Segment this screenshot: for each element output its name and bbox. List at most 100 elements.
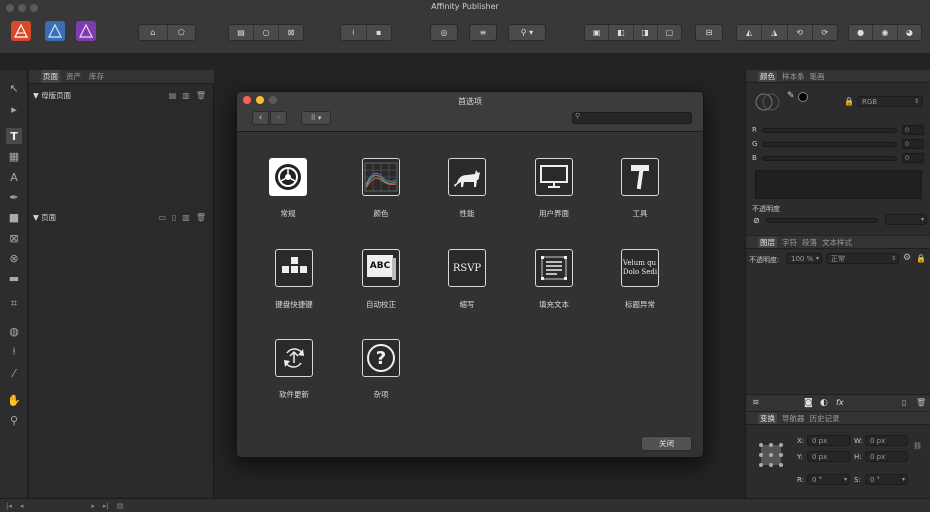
move-back-icon[interactable]: ◧: [609, 25, 634, 40]
trash-icon[interactable]: 🗑: [196, 213, 206, 222]
move-forward-icon[interactable]: ◨: [634, 25, 658, 40]
search-input[interactable]: [572, 112, 692, 124]
layer-opacity-field[interactable]: 100 % ▾: [786, 253, 822, 264]
pref-user-interface[interactable]: 用户界面: [514, 158, 594, 219]
shear-field[interactable]: 0 ° ▾: [865, 474, 908, 485]
close-button[interactable]: 关闭: [641, 436, 692, 451]
picture-frame-tool-icon[interactable]: ⊠: [6, 230, 22, 246]
current-color-swatch[interactable]: [798, 92, 808, 102]
node-tool-icon[interactable]: ▸: [6, 101, 22, 117]
move-to-front-icon[interactable]: ▢: [658, 25, 681, 40]
tab-assets[interactable]: 资产: [64, 70, 83, 83]
rotation-field[interactable]: 0 ° ▾: [807, 474, 850, 485]
tab-transform[interactable]: 变换: [758, 412, 777, 424]
flip-vertical-icon[interactable]: ◮: [762, 25, 788, 40]
tab-layers[interactable]: 图层: [758, 236, 777, 248]
master-pages-header[interactable]: ▼ 母版页面 ▤ ▥ 🗑: [29, 89, 214, 101]
tab-navigator[interactable]: 导航器: [782, 413, 805, 424]
pref-miscellaneous[interactable]: ? 杂项: [341, 339, 421, 400]
y-field[interactable]: 0 px: [807, 451, 850, 462]
pref-keyboard-shortcuts[interactable]: 键盘快捷键: [254, 249, 334, 310]
ellipse-frame-tool-icon[interactable]: ⊗: [6, 250, 22, 266]
add-master-icon[interactable]: ▤: [169, 91, 177, 100]
show-all-button[interactable]: ⠿ ▾: [301, 111, 331, 125]
eyedropper-icon[interactable]: ✎: [787, 91, 795, 101]
tab-paragraph[interactable]: 段落: [802, 237, 817, 248]
opacity-slider[interactable]: [766, 218, 878, 223]
tab-stroke[interactable]: 笔画: [810, 71, 825, 82]
pin-icon[interactable]: ⍿: [341, 25, 367, 40]
opacity-field[interactable]: ▾: [885, 214, 927, 225]
first-page-icon[interactable]: |◂: [6, 502, 12, 510]
photo-persona-icon[interactable]: [45, 21, 65, 41]
color-slider-r[interactable]: R 0: [752, 125, 924, 135]
tab-swatches[interactable]: 样本条: [782, 71, 805, 82]
crop-tool-icon[interactable]: ⌗: [6, 296, 22, 312]
add-boolean-icon[interactable]: ●: [849, 25, 874, 40]
adjustment-icon[interactable]: ◐: [820, 398, 828, 408]
move-to-back-icon[interactable]: ▣: [585, 25, 610, 40]
rotate-right-icon[interactable]: ⟳: [813, 25, 837, 40]
tab-text-styles[interactable]: 文本样式: [822, 237, 852, 248]
color-picker-tool-icon[interactable]: ⁄: [6, 365, 22, 381]
add-layer-icon[interactable]: ▯: [902, 398, 906, 407]
trash-icon[interactable]: 🗑: [196, 91, 206, 100]
blend-mode-select[interactable]: 正常 ⇕: [826, 253, 899, 264]
next-page-icon[interactable]: ▸: [91, 502, 95, 510]
lock-icon[interactable]: 🔒: [844, 97, 854, 106]
slider-track[interactable]: [761, 127, 897, 133]
pref-colour[interactable]: 颜色: [341, 158, 421, 219]
lock-icon[interactable]: 🔒: [916, 254, 926, 263]
pages-header[interactable]: ▼ 页面 ▭ ▯ ▥ 🗑: [29, 211, 214, 223]
color-mode-select[interactable]: RGB ⇕: [857, 96, 923, 107]
back-button[interactable]: ‹: [252, 111, 269, 125]
add-page-icon[interactable]: ▯: [172, 213, 176, 222]
slider-track[interactable]: [761, 155, 897, 161]
pref-software-update[interactable]: 软件更新: [254, 339, 334, 400]
layers-stack-icon[interactable]: ≋: [752, 398, 760, 408]
transparency-tool-icon[interactable]: ⍿: [6, 344, 22, 360]
text-frame-icon[interactable]: ▤: [229, 25, 254, 40]
trash-icon[interactable]: 🗑: [916, 398, 926, 407]
place-image-tool-icon[interactable]: ▬: [6, 270, 22, 286]
color-slider-b[interactable]: B 0: [752, 153, 924, 163]
frame-text-tool-icon[interactable]: T: [6, 128, 22, 144]
tab-character[interactable]: 字符: [782, 237, 797, 248]
pref-abbreviations[interactable]: RSVP 缩写: [427, 249, 507, 310]
ellipse-frame-icon[interactable]: ○: [254, 25, 279, 40]
fx-icon[interactable]: fx: [836, 398, 844, 407]
w-field[interactable]: 0 px: [865, 435, 908, 446]
last-page-icon[interactable]: ▸|: [103, 502, 109, 510]
x-field[interactable]: 0 px: [807, 435, 850, 446]
mask-icon[interactable]: ◙: [804, 398, 813, 408]
channel-value[interactable]: 0: [902, 139, 924, 149]
align-icon[interactable]: ⊟: [696, 25, 722, 40]
pref-general[interactable]: 常规: [248, 158, 328, 219]
move-tool-icon[interactable]: ↖: [6, 80, 22, 96]
zoom-tool-icon[interactable]: ⚲: [6, 412, 22, 428]
h-field[interactable]: 0 px: [865, 451, 908, 462]
home-icon[interactable]: ⌂: [139, 25, 168, 40]
tab-stock[interactable]: 库存: [87, 70, 106, 83]
no-color-icon[interactable]: ⊘: [753, 216, 760, 225]
channel-value[interactable]: 0: [902, 125, 924, 135]
pref-filler-text[interactable]: 填充文本: [514, 249, 594, 310]
forward-button[interactable]: ›: [270, 111, 287, 125]
anchor-selector-icon[interactable]: [758, 442, 784, 468]
color-slider-g[interactable]: G 0: [752, 139, 924, 149]
small-square-icon[interactable]: ▪: [367, 25, 392, 40]
disclosure-triangle-icon[interactable]: ▼: [33, 91, 41, 100]
disclosure-triangle-icon[interactable]: ▼: [33, 213, 41, 222]
slider-track[interactable]: [762, 141, 897, 147]
page-thumbnail-icon[interactable]: ▤: [117, 502, 124, 510]
duplicate-page-icon[interactable]: ▥: [182, 213, 190, 222]
artistic-text-tool-icon[interactable]: A: [6, 169, 22, 185]
pen-tool-icon[interactable]: ✒: [6, 189, 22, 205]
tab-color[interactable]: 颜色: [758, 70, 777, 82]
flip-horizontal-icon[interactable]: ◭: [737, 25, 763, 40]
duplicate-master-icon[interactable]: ▥: [182, 91, 190, 100]
designer-persona-icon[interactable]: [76, 21, 96, 41]
picture-frame-icon[interactable]: ⊠: [279, 25, 303, 40]
text-wrap-icon[interactable]: ≡: [470, 25, 496, 40]
channel-value[interactable]: 0: [902, 153, 924, 163]
